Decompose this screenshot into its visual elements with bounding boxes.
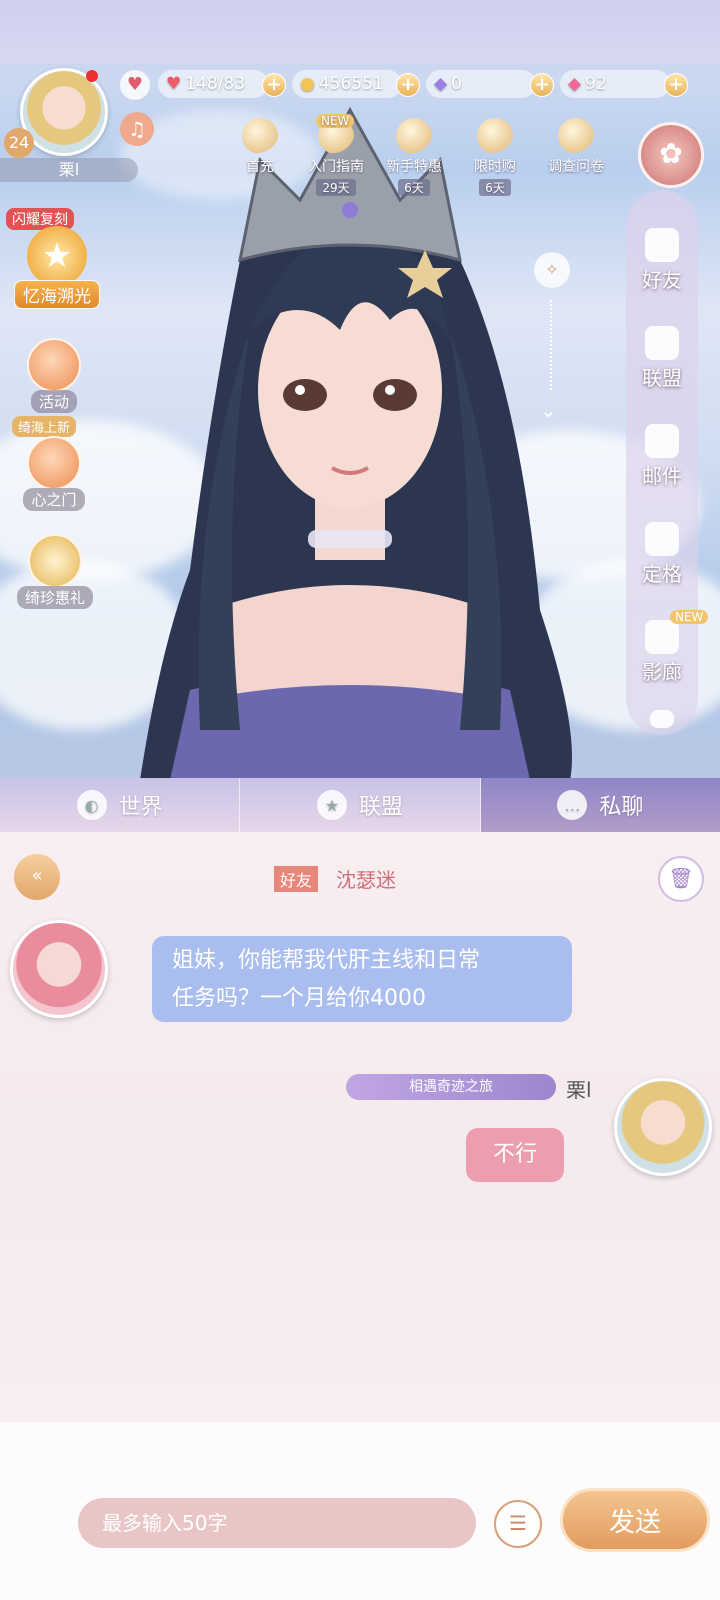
feather-icon [558,118,594,154]
message-input[interactable] [78,1498,476,1548]
add-diamonds-button[interactable]: + [664,73,688,97]
like-button[interactable]: ♥ [120,70,150,100]
notification-dot [86,70,98,82]
chevron-down-icon: ⌄ [540,398,557,422]
shield-star-icon: ★ [316,790,347,820]
input-bar: ☰ 发送 [0,1422,720,1600]
first-recharge-button[interactable]: 首充 [228,118,292,176]
friends-button[interactable]: 好友 [626,228,698,293]
add-coins-button[interactable]: + [396,73,420,97]
delete-chat-button[interactable]: 🗑 [658,856,704,902]
coin-icon: ● [300,74,315,94]
days-left-tag: 6天 [398,179,430,196]
stamina-display: ♥ 148/83 [158,70,268,98]
my-name: 栗l [566,1078,592,1102]
back-button[interactable]: « [14,854,60,900]
tab-alliance[interactable]: ★ 联盟 [240,778,481,832]
beginner-guide-button[interactable]: NEW 入门指南 29天 [296,114,376,196]
event-button[interactable]: ★ 忆海溯光 [14,226,100,309]
new-badge: NEW [316,114,355,128]
camera-zoom-handle[interactable]: ✧ [534,252,570,288]
partner-avatar[interactable] [10,920,108,1018]
zoom-track[interactable] [550,300,554,390]
player-name: 栗l [0,158,138,182]
player-level: 24 [4,128,34,158]
limited-sale-button[interactable]: 限时购 6天 [460,118,530,196]
diamond-icon: ◆ [568,74,582,94]
title-badge: 相遇奇迹之旅 [346,1074,556,1100]
gem-display: ◆ 0 [426,70,536,98]
tab-private-chat[interactable]: … 私聊 [480,778,720,832]
mail-icon [645,424,679,458]
globe-icon: ◐ [76,790,107,820]
message-bubble-other[interactable]: 姐妹，你能帮我代肝主线和日常 任务吗？一个月给你4000 [152,936,572,1022]
diamond-display: ◆ 92 [560,70,670,98]
chat-partner-name: 沈瑟迷 [336,868,396,892]
gallery-button[interactable]: 影廊 [626,620,698,685]
tab-world[interactable]: ◐ 世界 [0,778,241,832]
diamond-gift-icon [28,534,82,588]
star-icon: ★ [27,226,87,286]
send-button[interactable]: 发送 [560,1488,710,1552]
floppy-icon [650,710,674,728]
music-button[interactable]: ♫ [120,112,154,146]
chat-channel-tabs: ◐ 世界 ★ 联盟 … 私聊 [0,778,720,832]
days-left-tag: 6天 [479,179,511,196]
door-icon [27,436,81,490]
emoji-list-button[interactable]: ☰ [494,1500,542,1548]
survey-button[interactable]: 调查问卷 [536,118,616,176]
days-left-tag: 29天 [316,179,356,196]
character-scene: 24 栗l ♥ ♫ ♥ 148/83 + ● 456551 + ◆ 0 + ◆ … [0,0,720,778]
add-gems-button[interactable]: + [530,73,554,97]
my-avatar[interactable] [614,1078,712,1176]
sparkle-icon [27,338,81,392]
activity-button[interactable]: 活动 [14,338,94,413]
relation-tag: 好友 [274,866,319,892]
gem-icon: ◆ [434,74,448,94]
home-icon [645,522,679,556]
camera-icon [645,620,679,654]
gift-pack-button[interactable]: 绮珍惠礼 [10,534,100,609]
message-bubble-me[interactable]: 不行 [466,1128,564,1182]
add-stamina-button[interactable]: + [262,73,286,97]
gift-icon [242,118,278,154]
friend-icon [645,228,679,262]
mail-button[interactable]: 邮件 [626,424,698,489]
present-icon [477,118,513,154]
bag-icon [396,118,432,154]
freeze-frame-button[interactable]: 定格 [626,522,698,587]
alliance-icon [645,326,679,360]
alliance-button[interactable]: 联盟 [626,326,698,391]
right-menu-rail: 好友 联盟 邮件 定格 影廊 [626,190,698,735]
heart-icon: ♥ [166,74,182,94]
heart-door-button[interactable]: 心之门 [14,436,94,511]
save-button[interactable] [626,710,698,730]
chat-bubble-icon: … [557,790,588,820]
new-arrival-tag: 绮海上新 [12,416,77,437]
chat-area: « 好友 沈瑟迷 🗑 姐妹，你能帮我代肝主线和日常 任务吗？一个月给你4000 … [0,832,720,1422]
top-frame [0,0,720,64]
main-menu-button[interactable]: ✿ [638,122,704,188]
gallery-new-badge: NEW [670,610,709,624]
coin-display: ● 456551 [292,70,402,98]
newbie-deal-button[interactable]: 新手特惠 6天 [374,118,454,196]
